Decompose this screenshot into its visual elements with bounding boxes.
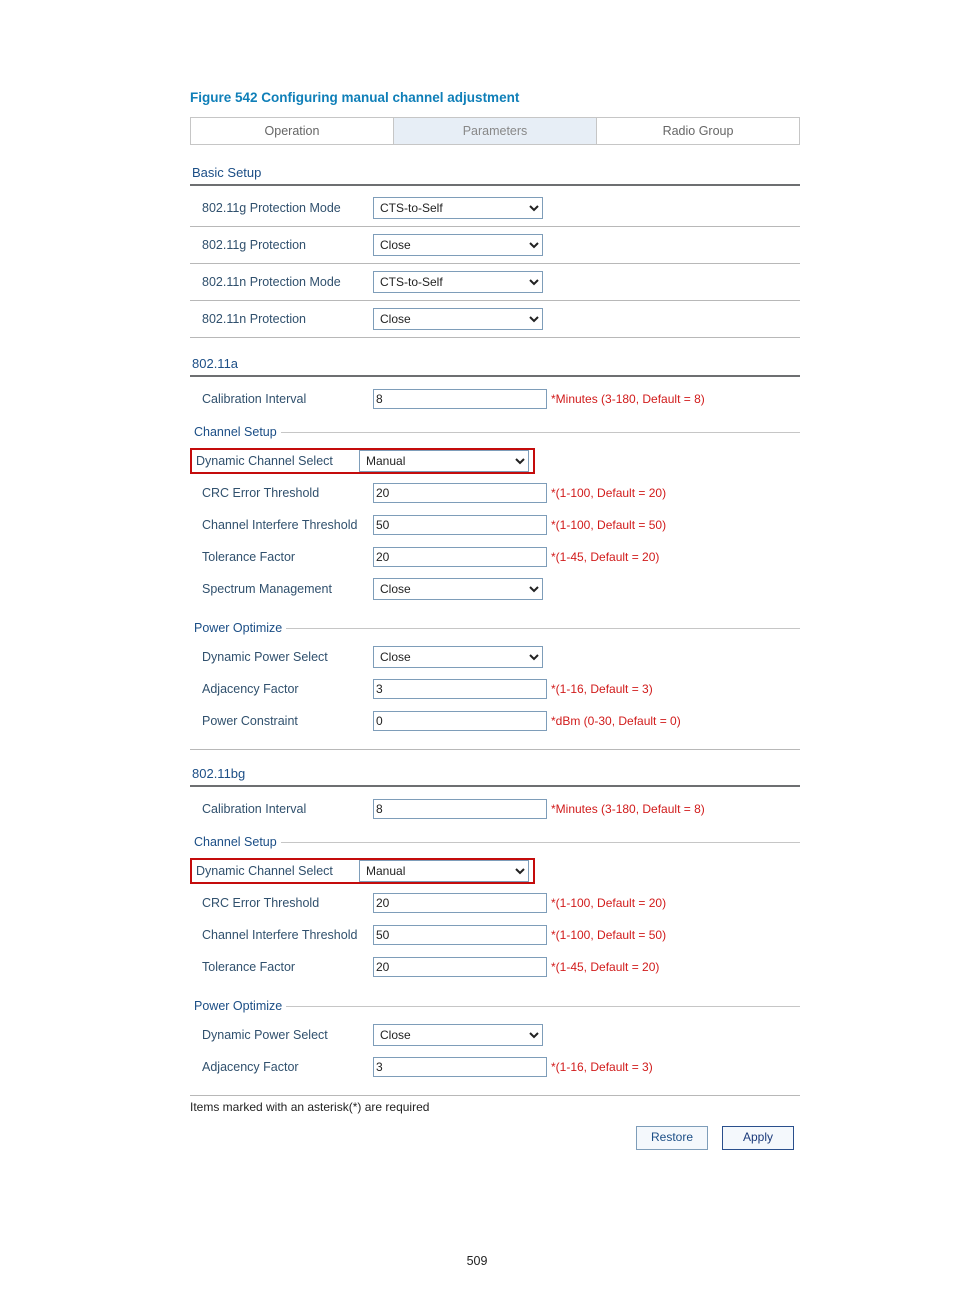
input-a-crc[interactable] (373, 483, 547, 503)
label-bg-cit: Channel Interfere Threshold (190, 928, 373, 942)
input-a-tol[interactable] (373, 547, 547, 567)
divider (190, 1095, 800, 1096)
input-bg-calibration[interactable] (373, 799, 547, 819)
tab-bar: Operation Parameters Radio Group (190, 117, 800, 144)
label-bg-tol: Tolerance Factor (190, 960, 373, 974)
hint-bg-tol: *(1-45, Default = 20) (545, 960, 659, 974)
divider (190, 226, 800, 227)
legend-bg-channel-setup: Channel Setup (190, 835, 281, 849)
select-80211g-prot[interactable]: Close (373, 234, 543, 256)
tab-parameters[interactable]: Parameters (394, 118, 597, 144)
hint-bg-crc: *(1-100, Default = 20) (545, 896, 666, 910)
section-title-80211bg: 802.11bg (192, 766, 798, 781)
legend-a-channel-setup: Channel Setup (190, 425, 281, 439)
label-80211g-prot-mode: 802.11g Protection Mode (190, 201, 373, 215)
fieldset-bg-power-optimize: Power Optimize Dynamic Power Select Clos… (190, 999, 800, 1089)
select-bg-dps[interactable]: Close (373, 1024, 543, 1046)
fieldset-a-power-optimize: Power Optimize Dynamic Power Select Clos… (190, 621, 800, 743)
fieldset-bg-channel-setup: Channel Setup Dynamic Channel Select Man… (190, 835, 800, 989)
label-bg-crc: CRC Error Threshold (190, 896, 373, 910)
hint-a-cit: *(1-100, Default = 50) (545, 518, 666, 532)
divider (190, 337, 800, 338)
divider (190, 375, 800, 377)
required-footnote: Items marked with an asterisk(*) are req… (190, 1100, 800, 1114)
label-a-dps: Dynamic Power Select (190, 650, 373, 664)
select-a-dyn-channel[interactable]: Manual (359, 450, 529, 472)
legend-a-power-optimize: Power Optimize (190, 621, 286, 635)
section-title-80211a: 802.11a (192, 356, 798, 371)
select-80211n-prot[interactable]: Close (373, 308, 543, 330)
hint-bg-adj: *(1-16, Default = 3) (545, 1060, 653, 1074)
tab-operation[interactable]: Operation (191, 118, 394, 144)
label-80211n-prot-mode: 802.11n Protection Mode (190, 275, 373, 289)
label-80211g-prot: 802.11g Protection (190, 238, 373, 252)
label-a-tol: Tolerance Factor (190, 550, 373, 564)
figure-label: Figure 542 (190, 90, 258, 105)
hint-bg-calibration: *Minutes (3-180, Default = 8) (545, 802, 705, 816)
divider (190, 749, 800, 750)
label-a-cit: Channel Interfere Threshold (190, 518, 373, 532)
section-title-basic-setup: Basic Setup (192, 165, 798, 180)
input-a-adj[interactable] (373, 679, 547, 699)
divider (190, 785, 800, 787)
label-a-pc: Power Constraint (190, 714, 373, 728)
divider (190, 300, 800, 301)
page-number: 509 (0, 1254, 954, 1268)
figure-title: Configuring manual channel adjustment (261, 90, 519, 105)
label-80211n-prot: 802.11n Protection (190, 312, 373, 326)
hint-a-pc: *dBm (0-30, Default = 0) (545, 714, 681, 728)
label-a-dyn-channel: Dynamic Channel Select (190, 448, 359, 474)
fieldset-a-channel-setup: Channel Setup Dynamic Channel Select Man… (190, 425, 800, 611)
select-bg-dyn-channel[interactable]: Manual (359, 860, 529, 882)
restore-button[interactable]: Restore (636, 1126, 708, 1150)
input-a-pc[interactable] (373, 711, 547, 731)
hint-a-crc: *(1-100, Default = 20) (545, 486, 666, 500)
input-a-cit[interactable] (373, 515, 547, 535)
hint-a-adj: *(1-16, Default = 3) (545, 682, 653, 696)
apply-button[interactable]: Apply (722, 1126, 794, 1150)
label-bg-adj: Adjacency Factor (190, 1060, 373, 1074)
hint-a-calibration: *Minutes (3-180, Default = 8) (545, 392, 705, 406)
label-bg-dyn-channel: Dynamic Channel Select (190, 858, 359, 884)
input-bg-cit[interactable] (373, 925, 547, 945)
label-a-spectrum: Spectrum Management (190, 582, 373, 596)
label-bg-dps: Dynamic Power Select (190, 1028, 373, 1042)
input-bg-crc[interactable] (373, 893, 547, 913)
select-80211n-prot-mode[interactable]: CTS-to-Self (373, 271, 543, 293)
label-bg-calibration: Calibration Interval (190, 802, 373, 816)
hint-a-tol: *(1-45, Default = 20) (545, 550, 659, 564)
input-a-calibration[interactable] (373, 389, 547, 409)
select-a-dps[interactable]: Close (373, 646, 543, 668)
label-a-adj: Adjacency Factor (190, 682, 373, 696)
select-80211g-prot-mode[interactable]: CTS-to-Self (373, 197, 543, 219)
figure-caption: Figure 542 Configuring manual channel ad… (190, 90, 954, 105)
input-bg-adj[interactable] (373, 1057, 547, 1077)
select-a-spectrum[interactable]: Close (373, 578, 543, 600)
legend-bg-power-optimize: Power Optimize (190, 999, 286, 1013)
tab-radio-group[interactable]: Radio Group (597, 118, 799, 144)
input-bg-tol[interactable] (373, 957, 547, 977)
label-a-crc: CRC Error Threshold (190, 486, 373, 500)
divider (190, 263, 800, 264)
hint-bg-cit: *(1-100, Default = 50) (545, 928, 666, 942)
divider (190, 184, 800, 186)
label-a-calibration: Calibration Interval (190, 392, 373, 406)
